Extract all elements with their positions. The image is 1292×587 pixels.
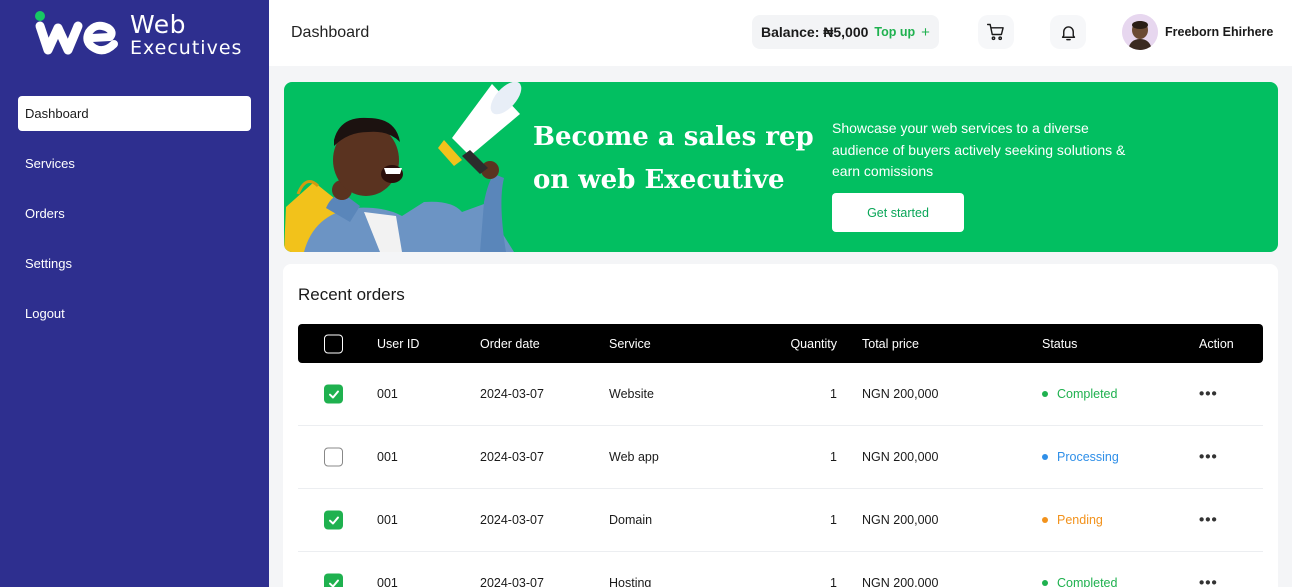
sales-rep-illustration (284, 82, 522, 252)
status-badge: Pending (1042, 513, 1103, 527)
sidebar-item-settings[interactable]: Settings (18, 246, 251, 281)
banner-title-line1: Become a sales rep (533, 122, 814, 152)
cell-service: Hosting (609, 576, 652, 587)
user-name[interactable]: Freeborn Ehirhere (1165, 25, 1273, 39)
status-label: Completed (1057, 576, 1118, 587)
avatar[interactable] (1122, 14, 1158, 50)
balance-amount: Balance: ₦5,000 (761, 24, 869, 40)
cell-user-id: 001 (377, 387, 398, 401)
recent-orders-panel: Recent orders User ID Order date Service… (283, 264, 1278, 587)
balance-widget: Balance: ₦5,000 Top up + (752, 15, 939, 49)
banner-title: Become a sales rep on web Executive (533, 116, 833, 202)
cell-service: Domain (609, 513, 653, 527)
cell-user-id: 001 (377, 513, 398, 527)
row-checkbox[interactable] (324, 447, 343, 467)
cell-total-price: NGN 200,000 (862, 387, 939, 401)
table-header: User ID Order date Service Quantity Tota… (298, 324, 1263, 363)
table-row: 001 2024-03-07 Web app 1 NGN 200,000 Pro… (298, 426, 1263, 489)
row-checkbox[interactable] (324, 384, 343, 404)
table-row: 001 2024-03-07 Domain 1 NGN 200,000 Pend… (298, 489, 1263, 552)
cell-service: Website (609, 387, 654, 401)
sidebar-item-logout[interactable]: Logout (18, 296, 251, 331)
column-service[interactable]: Service (609, 337, 651, 351)
more-actions-icon[interactable]: ••• (1199, 575, 1218, 587)
page-title: Dashboard (291, 24, 370, 41)
cell-user-id: 001 (377, 450, 398, 464)
cell-order-date: 2024-03-07 (480, 513, 544, 527)
select-all-checkbox[interactable] (324, 334, 343, 353)
sidebar-item-dashboard[interactable]: Dashboard (18, 96, 251, 131)
topup-link[interactable]: Top up (874, 25, 915, 39)
status-dot-icon (1042, 580, 1048, 586)
notifications-button[interactable] (1050, 15, 1086, 49)
cell-order-date: 2024-03-07 (480, 450, 544, 464)
banner-title-line2: on web Executive (533, 165, 785, 195)
status-dot-icon (1042, 454, 1048, 460)
promo-banner: Become a sales rep on web Executive Show… (284, 82, 1278, 252)
brand-name: Web Executives (130, 12, 242, 58)
column-action: Action (1199, 336, 1234, 351)
more-actions-icon[interactable]: ••• (1199, 512, 1218, 529)
table-row: 001 2024-03-07 Website 1 NGN 200,000 Com… (298, 363, 1263, 426)
cell-user-id: 001 (377, 576, 398, 587)
cell-total-price: NGN 200,000 (862, 513, 939, 527)
column-user-id[interactable]: User ID (377, 337, 419, 351)
status-dot-icon (1042, 391, 1048, 397)
status-badge: Completed (1042, 576, 1117, 587)
column-order-date[interactable]: Order date (480, 337, 540, 351)
column-quantity[interactable]: Quantity (778, 337, 837, 351)
orders-table: User ID Order date Service Quantity Tota… (298, 324, 1263, 587)
table-row: 001 2024-03-07 Hosting 1 NGN 200,000 Com… (298, 552, 1263, 587)
cell-service: Web app (609, 450, 659, 464)
status-badge: Processing (1042, 450, 1119, 464)
cart-icon (986, 23, 1004, 41)
status-badge: Completed (1042, 387, 1117, 401)
status-label: Pending (1057, 513, 1103, 527)
top-header: Dashboard Balance: ₦5,000 Top up + Freeb… (269, 0, 1292, 66)
recent-orders-title: Recent orders (298, 285, 405, 304)
more-actions-icon[interactable]: ••• (1199, 449, 1218, 466)
column-status[interactable]: Status (1042, 337, 1077, 351)
status-dot-icon (1042, 517, 1048, 523)
cell-total-price: NGN 200,000 (862, 576, 939, 587)
user-avatar-image (1122, 14, 1158, 50)
sidebar-item-services[interactable]: Services (18, 146, 251, 181)
cell-quantity: 1 (830, 387, 837, 401)
get-started-button[interactable]: Get started (832, 193, 964, 232)
status-label: Completed (1057, 387, 1118, 401)
bell-icon (1061, 25, 1075, 40)
row-checkbox[interactable] (324, 510, 343, 530)
more-actions-icon[interactable]: ••• (1199, 386, 1218, 403)
row-checkbox[interactable] (324, 573, 343, 587)
sidebar-item-orders[interactable]: Orders (18, 196, 251, 231)
check-icon (328, 516, 339, 524)
sidebar: Web Executives Dashboard Services Orders… (0, 0, 269, 587)
plus-icon[interactable]: + (921, 24, 930, 41)
check-icon (328, 390, 339, 398)
check-icon (328, 579, 339, 587)
brand-line1: Web (130, 10, 187, 39)
brand-logo-mark (35, 11, 118, 55)
cell-quantity: 1 (830, 450, 837, 464)
column-total-price[interactable]: Total price (862, 337, 919, 351)
brand-line2: Executives (130, 37, 243, 59)
cell-order-date: 2024-03-07 (480, 576, 544, 587)
cell-order-date: 2024-03-07 (480, 387, 544, 401)
cell-total-price: NGN 200,000 (862, 450, 939, 464)
cell-quantity: 1 (830, 513, 837, 527)
status-label: Processing (1057, 450, 1119, 464)
sidebar-nav: Dashboard Services Orders Settings Logou… (18, 96, 251, 346)
brand-logo[interactable]: Web Executives (34, 10, 244, 60)
cell-quantity: 1 (830, 576, 837, 587)
cart-button[interactable] (978, 15, 1014, 49)
banner-description: Showcase your web services to a diverse … (832, 120, 1126, 179)
